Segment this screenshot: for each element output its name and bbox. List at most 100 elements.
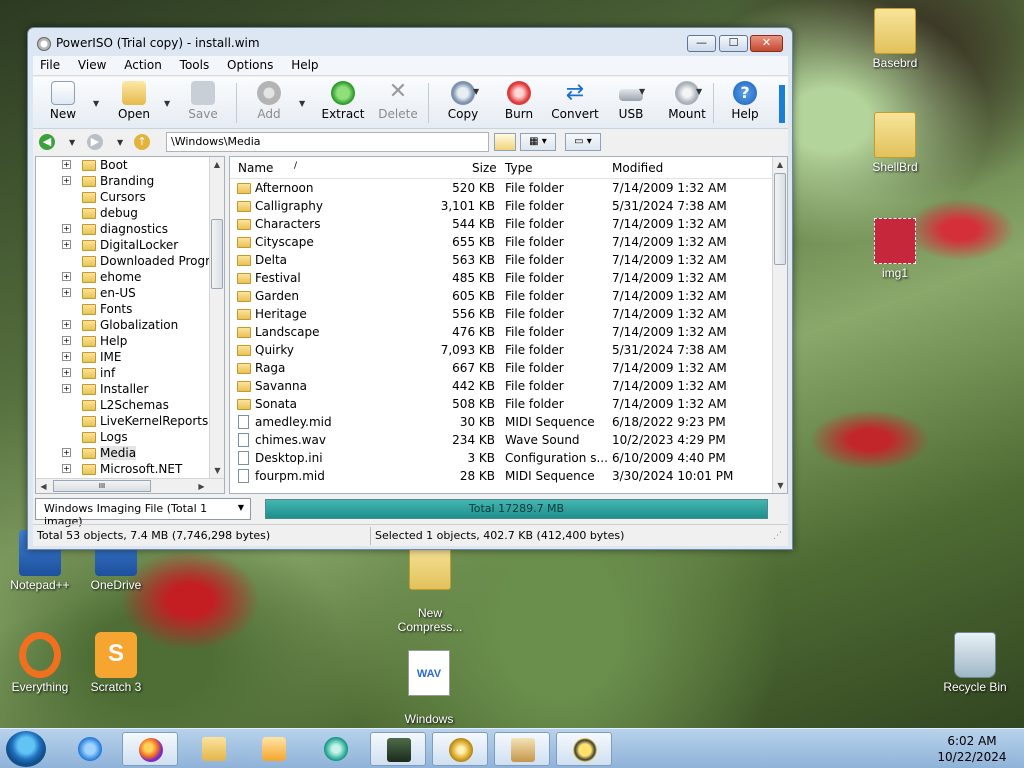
tree-item[interactable]: + Help [36,333,224,349]
new-button[interactable]: New [35,81,91,125]
desktop-icon-shellbrd[interactable]: ShellBrd [855,112,935,174]
burn-button[interactable]: Burn [491,81,547,125]
list-item[interactable]: Festival 485 KB File folder 7/14/2009 1:32 … [230,269,787,287]
desktop-icon-basebrd[interactable]: Basebrd [855,8,935,70]
save-button[interactable]: Save [175,81,231,125]
column-type-header[interactable]: Type [505,161,533,175]
tree-item[interactable]: LiveKernelReports [36,413,224,429]
list-item[interactable]: Landscape 476 KB File folder 7/14/2009 1:32… [230,323,787,341]
folder-tree[interactable]: + Boot + Branding Cursors debug + diagnostics + D… [35,156,225,494]
back-history-arrow[interactable]: ▼ [69,138,75,147]
tree-item[interactable]: + Microsoft.NET [36,461,224,477]
list-item[interactable]: Calligraphy 3,101 KB File folder 5/31/2024 … [230,197,787,215]
taskbar-poweriso[interactable] [432,732,488,766]
menu-options[interactable]: Options [220,56,280,72]
taskbar-file-explorer[interactable] [186,732,242,766]
expand-toggle-icon[interactable]: + [62,272,71,281]
tree-item[interactable]: + Media [36,445,224,461]
expand-toggle-icon[interactable]: + [62,224,71,233]
menu-help[interactable]: Help [284,56,325,72]
desktop-icon-img1[interactable]: img1 [855,218,935,280]
expand-toggle-icon[interactable]: + [62,384,71,393]
resize-grip-icon[interactable]: ⋰ [773,531,782,541]
taskbar-archive-tool[interactable] [494,732,550,766]
column-name-header[interactable]: Name [238,161,273,175]
tree-item[interactable]: + diagnostics [36,221,224,237]
tree-item[interactable]: L2Schemas [36,397,224,413]
forward-arrow-icon[interactable]: ▶ [87,134,103,150]
expand-toggle-icon[interactable]: + [62,448,71,457]
close-button[interactable]: ✕ [750,35,783,52]
help-button[interactable]: ? Help [717,81,773,125]
path-field[interactable]: \Windows\Media [166,132,489,152]
copy-dropdown-arrow[interactable]: ▼ [473,87,479,96]
scroll-thumb[interactable] [211,219,223,289]
tree-item[interactable]: + IME [36,349,224,365]
title-bar[interactable]: PowerISO (Trial copy) - install.wim — ☐ … [28,28,792,58]
taskbar-app-green[interactable] [308,732,364,766]
list-item[interactable]: Characters 544 KB File folder 7/14/2009 1:3… [230,215,787,233]
menu-action[interactable]: Action [117,56,169,72]
list-item[interactable]: Cityscape 655 KB File folder 7/14/2009 1:32… [230,233,787,251]
list-item[interactable]: fourpm.mid 28 KB MIDI Sequence 3/30/2024 10… [230,467,787,485]
scroll-left-arrow[interactable]: ◀ [36,479,51,493]
expand-toggle-icon[interactable]: + [62,240,71,249]
menu-file[interactable]: File [33,56,67,72]
tree-item[interactable]: + Globalization [36,317,224,333]
list-item[interactable]: Sonata 508 KB File folder 7/14/2009 1:32 AM [230,395,787,413]
taskbar-firefox[interactable] [122,732,178,766]
expand-toggle-icon[interactable]: + [62,336,71,345]
list-item[interactable]: Afternoon 520 KB File folder 7/14/2009 1:32… [230,179,787,197]
list-item[interactable]: chimes.wav 234 KB Wave Sound 10/2/2023 4:29… [230,431,787,449]
column-size-header[interactable]: Size [472,161,497,175]
tree-item[interactable]: Downloaded Progra [36,253,224,269]
scroll-up-arrow[interactable]: ▲ [210,157,224,172]
desktop-icon-logon-sound[interactable]: WAV Windows Logon Sound [389,636,469,740]
list-item[interactable]: Desktop.ini 3 KB Configuration s... 6/10/20… [230,449,787,467]
open-button[interactable]: Open [106,81,162,125]
list-item[interactable]: Heritage 556 KB File folder 7/14/2009 1:32 … [230,305,787,323]
desktop-icon-recycle-bin[interactable]: Recycle Bin [935,632,1015,694]
view-mode-button[interactable]: ▦ ▾ [520,133,556,151]
tree-item[interactable]: Logs [36,429,224,445]
delete-button[interactable]: ✕ Delete [370,81,426,125]
add-button[interactable]: Add [241,81,297,125]
taskbar-bee-app[interactable] [556,732,612,766]
menu-view[interactable]: View [71,56,113,72]
expand-toggle-icon[interactable]: + [62,464,71,473]
list-item[interactable]: Raga 667 KB File folder 7/14/2009 1:32 AM [230,359,787,377]
extract-button[interactable]: Extract [315,81,371,125]
add-dropdown-arrow[interactable]: ▼ [299,99,305,108]
expand-toggle-icon[interactable]: + [62,176,71,185]
back-arrow-icon[interactable]: ◀ [39,134,55,150]
scroll-thumb[interactable]: III [53,480,151,492]
forward-history-arrow[interactable]: ▼ [117,138,123,147]
expand-toggle-icon[interactable]: + [62,160,71,169]
list-vertical-scrollbar[interactable]: ▲ ▼ [772,157,787,493]
start-button[interactable] [6,731,46,767]
menu-tools[interactable]: Tools [173,56,217,72]
scroll-up-arrow[interactable]: ▲ [773,157,787,172]
scroll-down-arrow[interactable]: ▼ [210,463,224,478]
scroll-right-arrow[interactable]: ▶ [194,479,209,493]
tree-item[interactable]: + inf [36,365,224,381]
maximize-button[interactable]: ☐ [719,35,748,52]
scroll-down-arrow[interactable]: ▼ [773,478,787,493]
layout-button[interactable]: ▭ ▾ [565,133,601,151]
list-item[interactable]: Savanna 442 KB File folder 7/14/2009 1:32 A… [230,377,787,395]
list-item[interactable]: Quirky 7,093 KB File folder 5/31/2024 7:38 … [230,341,787,359]
tree-item[interactable]: + ehome [36,269,224,285]
usb-dropdown-arrow[interactable]: ▼ [639,87,645,96]
scroll-thumb[interactable] [774,173,786,265]
expand-toggle-icon[interactable]: + [62,368,71,377]
system-clock[interactable]: 6:02 AM 10/22/2024 [930,733,1014,765]
tree-item[interactable]: Fonts [36,301,224,317]
folder-view-button[interactable] [494,133,516,151]
tree-item[interactable]: + en-US [36,285,224,301]
expand-toggle-icon[interactable]: + [62,320,71,329]
taskbar-media-player[interactable] [246,732,302,766]
mount-dropdown-arrow[interactable]: ▼ [696,87,702,96]
taskbar-terminal[interactable] [370,732,426,766]
tree-item[interactable]: debug [36,205,224,221]
list-item[interactable]: Delta 563 KB File folder 7/14/2009 1:32 AM [230,251,787,269]
